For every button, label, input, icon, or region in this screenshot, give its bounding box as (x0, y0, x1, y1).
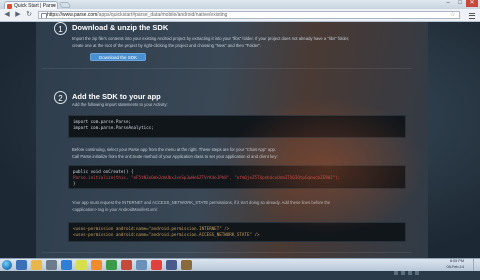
media-icon[interactable] (46, 260, 57, 270)
firefox-icon[interactable] (91, 260, 102, 270)
permissions-note: Your app must request the INTERNET and A… (72, 200, 331, 205)
tab-close-icon[interactable]: × (52, 2, 55, 9)
code-line: <uses-permission android:name="android.p… (73, 232, 260, 237)
start-button[interactable] (2, 260, 12, 270)
minimize-button[interactable]: – (442, 0, 454, 7)
parse-favicon-icon (7, 3, 12, 9)
section-divider (42, 68, 412, 69)
back-button[interactable]: ◀ (3, 11, 11, 19)
system-tray-icons[interactable] (394, 262, 434, 275)
code-line: } (73, 181, 76, 186)
step-1-line-1: Import the zip file's contents into your… (72, 36, 350, 41)
ie-icon[interactable] (16, 260, 27, 270)
close-window-button[interactable]: ✕ (466, 0, 478, 7)
show-desktop-button[interactable] (473, 259, 480, 271)
clock-date: 08-Feb-14 (446, 264, 464, 269)
download-sdk-button[interactable]: Download the SDK (90, 53, 146, 61)
step-2-number: 2 (54, 91, 67, 104)
bookmark-star-icon[interactable]: ☆ (450, 11, 455, 18)
step-2-title: Add the SDK to your app (72, 92, 161, 101)
clock-time: 8:05 PM (449, 259, 464, 263)
section-divider (42, 252, 412, 253)
lock-icon (41, 13, 47, 18)
taskbar: 8:05 PM 08-Feb-14 (0, 258, 480, 275)
code-line: import com.parse.ParseAnalytics; (73, 125, 154, 130)
app-icon[interactable] (166, 260, 177, 270)
step-1-title: Download & unzip the SDK (72, 23, 169, 32)
url-path: /apps/quickstart#parse_data/mobile/andro… (97, 12, 228, 18)
step-2-mid-line-1: Before continuing, select your Parse app… (72, 147, 277, 152)
manifest-code-block: <uses-permission android:name="android.p… (68, 222, 406, 242)
app-icon[interactable] (121, 260, 132, 270)
permissions-note-2: <application> tag in your AndroidManifes… (72, 207, 158, 212)
maximize-button[interactable]: □ (454, 0, 466, 7)
explorer-icon[interactable] (31, 260, 42, 270)
app-icon[interactable] (106, 260, 117, 270)
browser-toolbar: ◀ ▶ ↻ https://www.parse.com/apps/quickst… (0, 9, 480, 22)
step-2-mid-line-2: Call Parse.initialize from the onCreate … (72, 154, 278, 159)
opera-icon[interactable] (151, 260, 162, 270)
reload-button[interactable]: ↻ (25, 11, 33, 19)
step-1-number: 1 (54, 22, 67, 35)
browser-tab[interactable]: Quick Start | Parse × (4, 1, 58, 9)
step-1-line-2: create one at the root of the project by… (72, 43, 262, 48)
browser-titlebar: Quick Start | Parse × – □ ✕ (0, 0, 480, 9)
step-2-intro: Add the following import statements to y… (72, 102, 168, 107)
new-tab-button[interactable] (58, 2, 72, 8)
imports-code-block: import com.parse.Parse; import com.parse… (68, 115, 406, 138)
code-line: Parse.initialize(this, "eF5tN3xOmk2dnUbx… (73, 175, 341, 180)
address-bar[interactable]: https://www.parse.com/apps/quickstart#pa… (38, 11, 460, 19)
app-icon[interactable] (136, 260, 147, 270)
page-viewport: 1 Download & unzip the SDK Import the zi… (0, 22, 480, 258)
forward-button[interactable]: ▶ (14, 11, 22, 19)
window-controls: – □ ✕ (442, 0, 478, 8)
initialize-code-block: public void onCreate() { Parse.initializ… (68, 165, 406, 189)
app-icon[interactable] (61, 260, 72, 270)
app-icon[interactable] (181, 260, 192, 270)
quickstart-panel: 1 Download & unzip the SDK Import the zi… (36, 22, 428, 258)
browser-menu-icon[interactable] (469, 11, 476, 19)
url-host: https://www.parse.com (47, 12, 98, 18)
clock[interactable]: 8:05 PM 08-Feb-14 (446, 259, 464, 271)
chrome-icon[interactable] (76, 260, 87, 270)
